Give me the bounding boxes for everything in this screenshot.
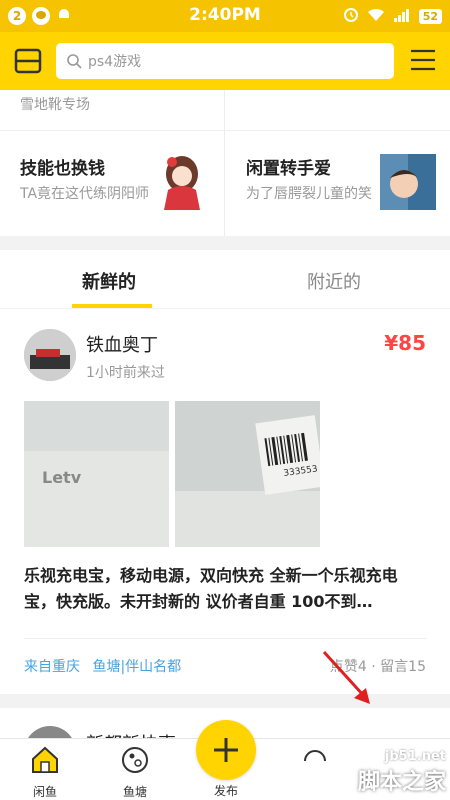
- nav-label: 鱼塘: [122, 785, 147, 799]
- nav-label: 闲鱼: [32, 785, 57, 799]
- arrow-annotation-icon: [322, 650, 370, 704]
- watermark-name: 脚本之家: [357, 770, 446, 795]
- post-photo[interactable]: Letv: [24, 401, 169, 547]
- nav-home[interactable]: 闲鱼: [10, 745, 80, 800]
- post-card[interactable]: 铁血奥丁 1小时前来过 ¥85 Letv 333553 乐视充电宝，移动电源，双…: [0, 309, 450, 694]
- post-photo[interactable]: 333553: [175, 401, 320, 547]
- feed-tabs: 新鲜的 附近的: [0, 250, 450, 308]
- search-icon: [67, 54, 82, 69]
- signal-icon: [393, 7, 411, 26]
- search-placeholder: ps4游戏: [88, 54, 142, 70]
- active-tab-indicator: [72, 304, 152, 308]
- alarm-icon: [343, 6, 359, 26]
- avatar[interactable]: [24, 329, 76, 381]
- post-username[interactable]: 铁血奥丁: [86, 331, 158, 357]
- wifi-icon: [367, 7, 385, 26]
- battery-indicator: 52: [418, 8, 442, 24]
- watermark-url: jb51.net: [384, 749, 446, 764]
- post-price: ¥85: [384, 331, 426, 355]
- category-subtitle: 为了唇腭裂儿童的笑: [246, 186, 372, 202]
- tab-nearby[interactable]: 附近的: [307, 268, 361, 294]
- post-divider: [24, 638, 426, 639]
- status-bar: 2 2:40PM 52: [0, 0, 450, 32]
- location-text[interactable]: 来自重庆: [24, 659, 80, 675]
- plus-icon: [214, 738, 238, 762]
- publish-label: 发布: [213, 784, 238, 798]
- category-thumbnail: [380, 154, 436, 210]
- pond-link[interactable]: 鱼塘|伴山名都: [92, 659, 181, 675]
- post-time: 1小时前来过: [86, 365, 165, 381]
- scan-button[interactable]: [14, 47, 42, 75]
- grid-divider: [0, 130, 450, 131]
- search-input[interactable]: ps4游戏: [56, 43, 394, 79]
- post-description: 乐视充电宝，移动电源，双向快充 全新一个乐视充电宝，快充版。未开封新的 议价者自…: [24, 566, 398, 611]
- pond-icon: [122, 747, 148, 773]
- scan-icon: [14, 48, 42, 74]
- watermark: jb51.net 脚本之家: [358, 749, 446, 796]
- tab-fresh[interactable]: 新鲜的: [82, 268, 136, 294]
- post-location[interactable]: 来自重庆 鱼塘|伴山名都: [24, 656, 181, 676]
- category-title: 技能也换钱: [20, 159, 105, 179]
- category-card-skills[interactable]: 技能也换钱 TA竟在这代练阴阳师: [20, 154, 245, 204]
- photo-brand-text: Letv: [42, 468, 82, 487]
- search-header: ps4游戏: [0, 32, 450, 90]
- hamburger-icon: [411, 49, 435, 71]
- publish-button[interactable]: [196, 720, 256, 780]
- category-subtitle: TA竟在这代练阴阳师: [20, 186, 150, 202]
- menu-button[interactable]: [410, 48, 436, 72]
- message-icon: [304, 750, 326, 762]
- category-thumbnail: [160, 152, 204, 212]
- nav-pond[interactable]: 鱼塘: [100, 745, 170, 800]
- home-icon: [32, 746, 58, 773]
- category-grid: 雪地靴专场 技能也换钱 TA竟在这代练阴阳师 闲置转手爱 为了唇腭裂儿童的笑: [0, 90, 450, 236]
- nav-messages[interactable]: [280, 745, 350, 779]
- category-partial-label: 雪地靴专场: [20, 97, 90, 113]
